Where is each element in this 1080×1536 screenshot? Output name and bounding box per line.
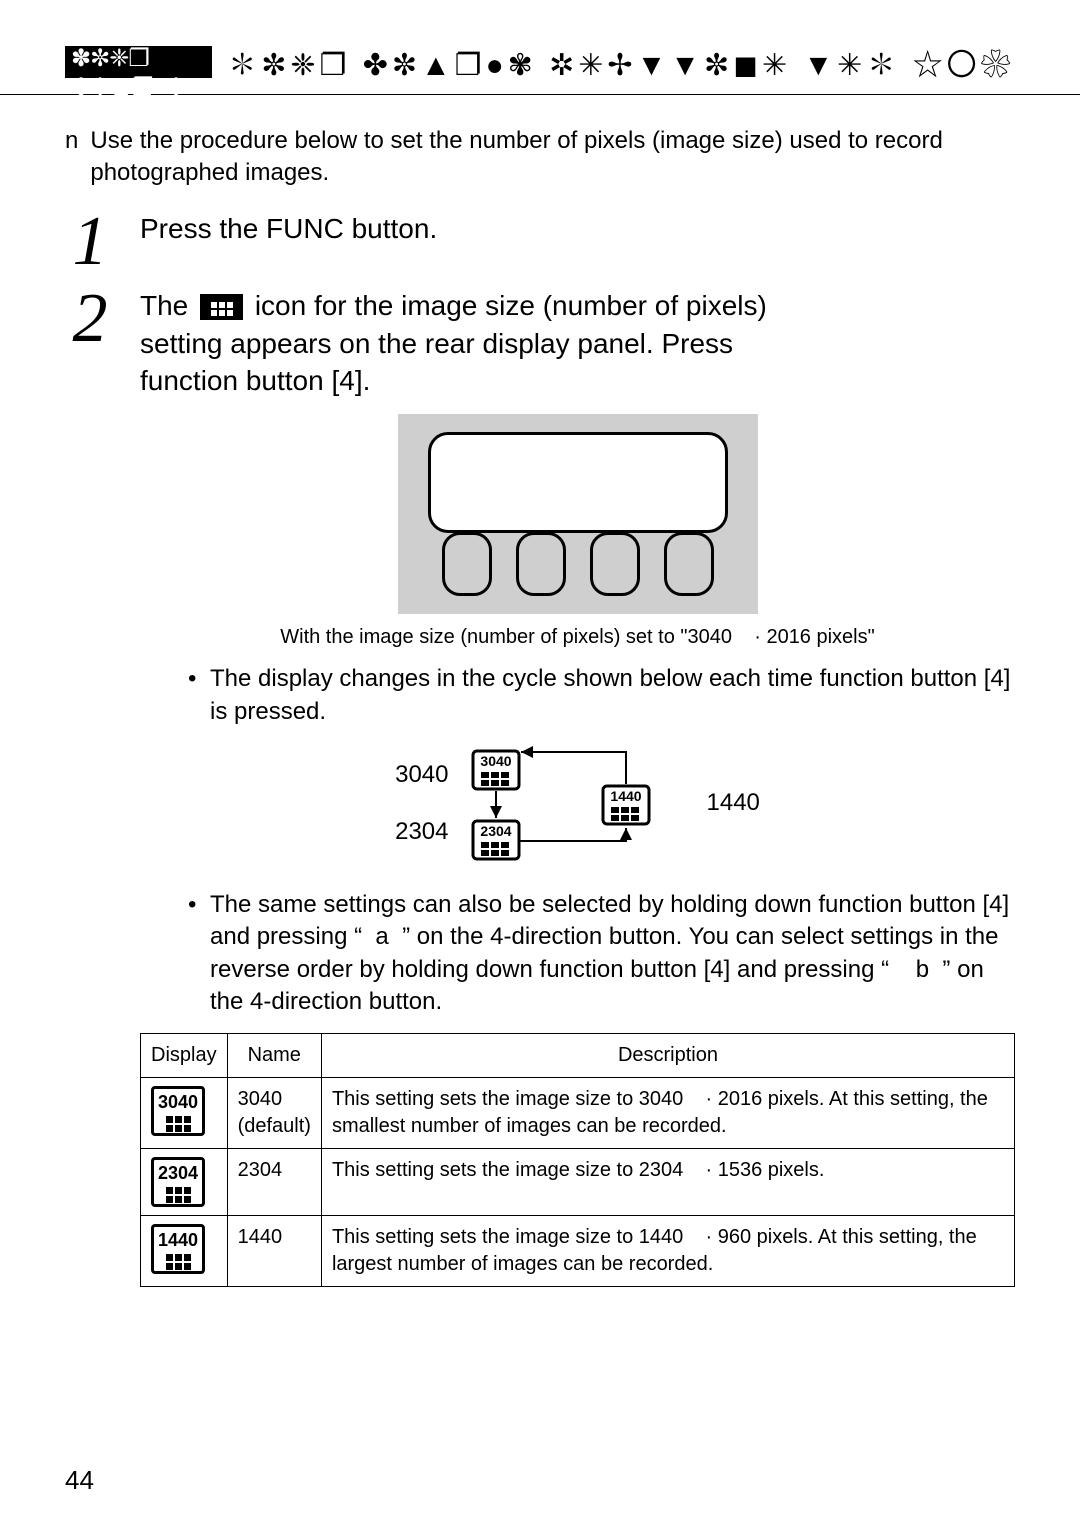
step-number-2: 2 (65, 287, 115, 1287)
intro-bullet-mark: n (65, 125, 78, 190)
cell-description: This setting sets the image size to 2304… (321, 1148, 1014, 1215)
page-header: ✽✼❈❐ ✤✼▲❐●✾ ✽✼❈❐ ✤✼▲❐●✾ ✲✳✢▼▼✼◼✳ ▼✳✽ ☆〇❀… (0, 0, 1080, 95)
page-number: 44 (65, 1465, 94, 1496)
bullet-1-text: The display changes in the cycle shown b… (210, 663, 1015, 728)
svg-text:1440: 1440 (610, 788, 641, 804)
cycle-label-3040: 3040 (395, 746, 448, 804)
function-button-2 (516, 532, 566, 596)
svg-text:2304: 2304 (480, 823, 511, 839)
step2-line3: function button [4]. (140, 365, 370, 396)
bullet-2-text: The same settings can also be selected b… (210, 889, 1015, 1019)
step-2: 2 The icon for the image size (number of… (65, 287, 1015, 1287)
table-row: 23042304This setting sets the image size… (141, 1148, 1015, 1215)
image-size-icon (200, 294, 243, 320)
panel-caption: With the image size (number of pixels) s… (140, 624, 1015, 651)
function-button-1 (442, 532, 492, 596)
cell-name: 2304 (227, 1148, 321, 1215)
cycle-diagram-svg: 3040 2304 1440 (463, 736, 693, 871)
step2-pre: The (140, 290, 188, 321)
step-1: 1 Press the FUNC button. (65, 210, 1015, 273)
cell-description: This setting sets the image size to 3040… (321, 1077, 1014, 1148)
cell-name: 3040(default) (227, 1077, 321, 1148)
cycle-label-2304: 2304 (395, 803, 448, 861)
settings-table: Display Name Description 3040 3040(defaul… (140, 1033, 1015, 1287)
cell-display: 1440 (141, 1215, 228, 1286)
cycle-diagram-row: 3040 2304 3040 2304 (140, 736, 1015, 871)
th-display: Display (141, 1033, 228, 1077)
rear-display-panel-figure (398, 414, 758, 614)
cell-name: 1440 (227, 1215, 321, 1286)
header-black-block: ✽✼❈❐ ✤✼▲❐●✾ (65, 46, 212, 78)
bullet-1: • The display changes in the cycle shown… (188, 663, 1015, 728)
th-description: Description (321, 1033, 1014, 1077)
th-name: Name (227, 1033, 321, 1077)
intro-text: Use the procedure below to set the numbe… (90, 125, 1015, 190)
rear-screen (428, 432, 728, 533)
function-button-4 (664, 532, 714, 596)
display-chip: 3040 (151, 1086, 205, 1136)
cell-display: 2304 (141, 1148, 228, 1215)
display-chip: 1440 (151, 1224, 205, 1274)
svg-text:3040: 3040 (480, 753, 511, 769)
table-row: 3040 3040(default)This setting sets the i… (141, 1077, 1015, 1148)
cell-display: 3040 (141, 1077, 228, 1148)
header-symbols: ✽✼❈❐ ✤✼▲❐●✾ ✲✳✢▼▼✼◼✳ ▼✳✽ ☆〇❀✳✽ ✳✼▮✽ ✢✯◆〇… (227, 40, 1015, 84)
cycle-label-1440: 1440 (707, 787, 760, 819)
function-button-3 (590, 532, 640, 596)
display-chip: 2304 (151, 1157, 205, 1207)
cell-description: This setting sets the image size to 1440… (321, 1215, 1014, 1286)
table-row: 14401440This setting sets the image size… (141, 1215, 1015, 1286)
step2-line2: setting appears on the rear display pane… (140, 328, 733, 359)
intro-paragraph: n Use the procedure below to set the num… (65, 125, 1015, 190)
step-1-text: Press the FUNC button. (140, 210, 1015, 273)
step-2-text: The icon for the image size (number of p… (140, 287, 1015, 1287)
step2-post1: icon for the image size (number of pixel… (255, 290, 767, 321)
step-number-1: 1 (65, 210, 115, 273)
bullet-2: • The same settings can also be selected… (188, 889, 1015, 1019)
